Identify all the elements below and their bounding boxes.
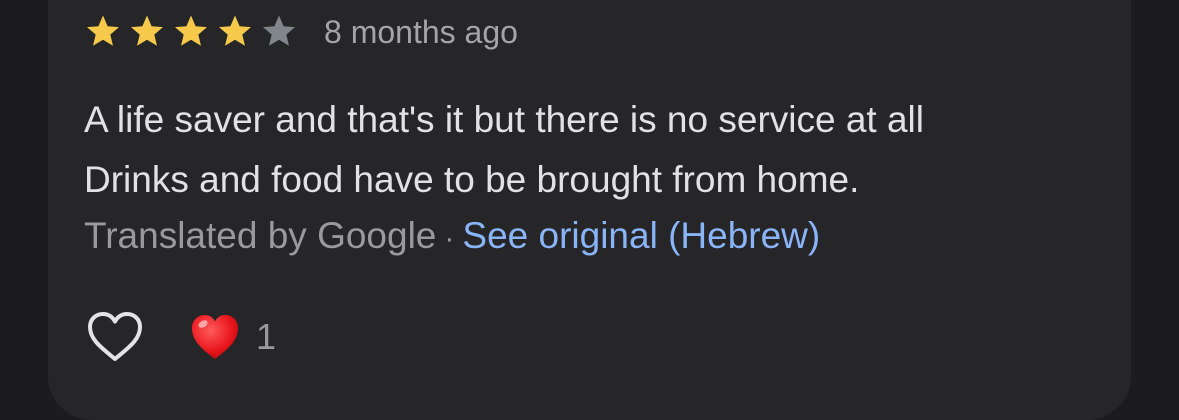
star-filled-icon <box>216 13 254 51</box>
see-original-link[interactable]: See original (Hebrew) <box>462 215 820 256</box>
reaction-button[interactable]: 1 <box>188 310 276 364</box>
rating-row: 8 months ago <box>84 12 518 52</box>
red-heart-icon <box>188 310 242 364</box>
star-rating <box>84 13 304 51</box>
review-time: 8 months ago <box>324 14 518 50</box>
star-empty-icon <box>260 13 298 51</box>
separator-dot: · <box>444 222 455 255</box>
translated-by-label: Translated by Google <box>84 215 437 256</box>
review-text-line: A life saver and that's it but there is … <box>84 99 924 140</box>
review-actions: 1 <box>84 306 276 368</box>
review-text: A life saver and that's it but there is … <box>84 90 1084 210</box>
star-filled-icon <box>172 13 210 51</box>
star-filled-icon <box>128 13 166 51</box>
translation-note: Translated by Google · See original (Hebre… <box>84 207 820 268</box>
review-text-line: Drinks and food have to be brought from … <box>84 159 860 200</box>
star-filled-icon <box>84 13 122 51</box>
heart-outline-icon[interactable] <box>84 306 146 368</box>
reaction-count: 1 <box>256 316 277 357</box>
